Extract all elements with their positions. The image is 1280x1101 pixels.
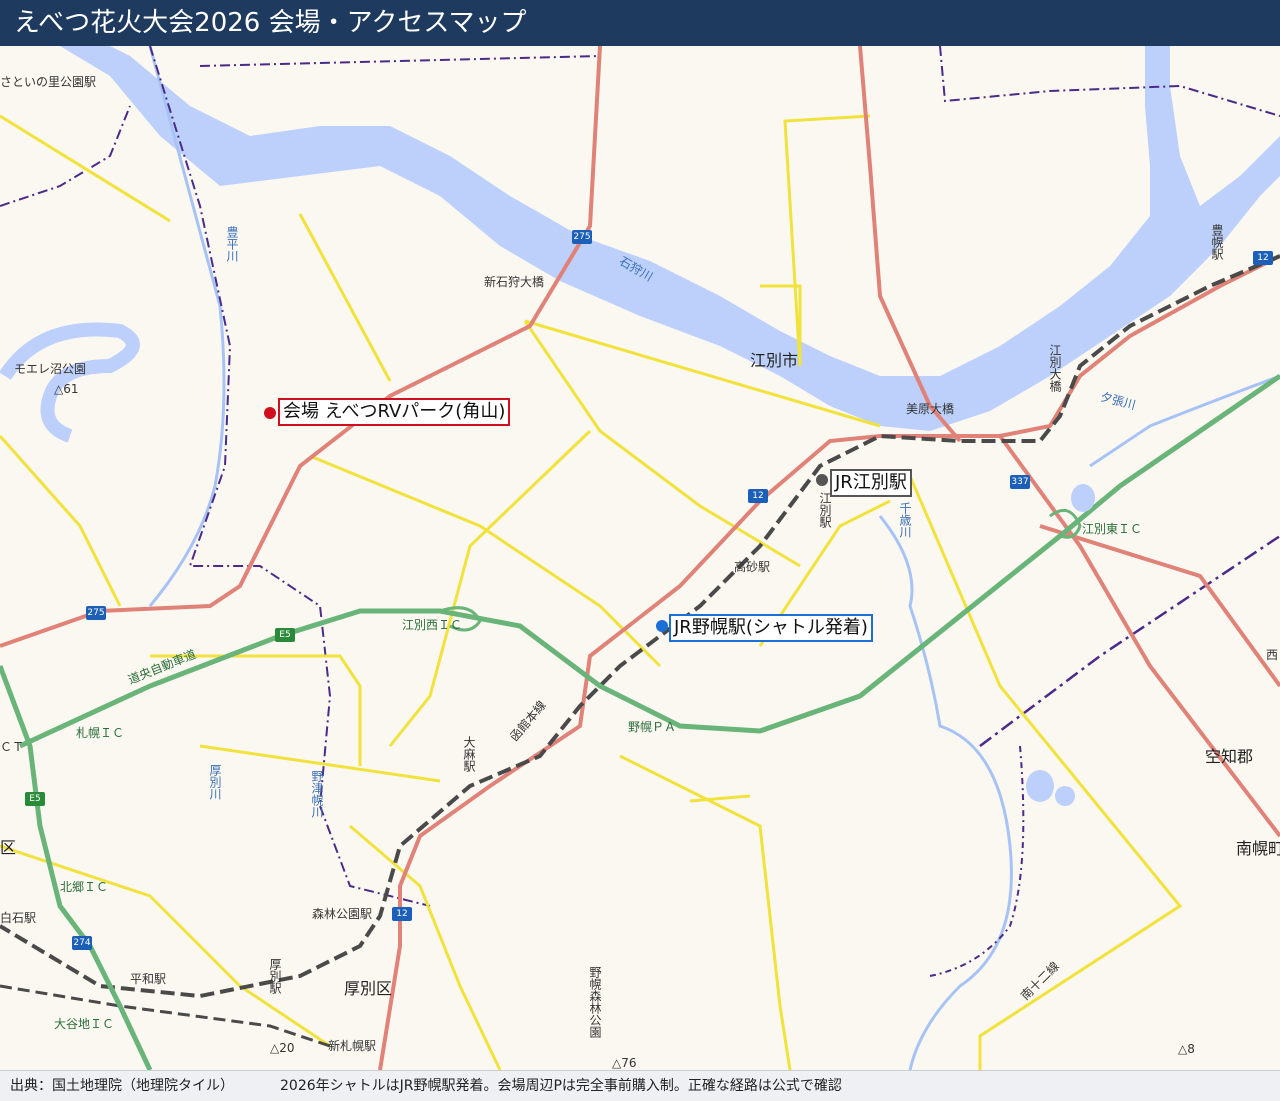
- label-shinrinkoen-eki: 森林公園駅: [312, 907, 373, 921]
- label-moere: モエレ沼公園: [14, 362, 87, 376]
- label-atsubetsu-eki: 厚別駅: [268, 958, 282, 994]
- label-toyohira-river: 豊平川: [225, 226, 239, 262]
- label-atsubetsu-ku: 厚別区: [344, 979, 393, 998]
- yubari-river-line: [1089, 374, 1280, 468]
- label-oyachi-ic: 大谷地ＩＣ: [54, 1017, 115, 1031]
- boundary-line-1: [199, 46, 1280, 117]
- pond-1: [1071, 484, 1095, 512]
- nopporo-station-callout[interactable]: JR野幌駅(シャトル発着): [669, 614, 873, 642]
- route-shield-275-west: 275: [86, 606, 106, 620]
- label-ebetsu-nishi-ic: 江別西ＩＣ: [402, 618, 463, 632]
- label-minami-horomui: 南幌町: [1236, 839, 1280, 858]
- boundary-line-4: [929, 745, 1025, 977]
- nopporo-station-marker[interactable]: [656, 620, 668, 632]
- label-shiroishi-eki: 白石駅: [0, 911, 37, 925]
- label-shinsapporo-eki: 新札幌駅: [328, 1039, 377, 1053]
- label-elev-20: △20: [270, 1041, 295, 1055]
- label-ebetsu-bridge: 江別大橋: [1048, 344, 1062, 392]
- map-canvas[interactable]: 江別市 空知郡 南幌町 厚別区 モエレ沼公園 △61 さといの里公園駅 新石狩大…: [0, 46, 1280, 1070]
- label-nopporo-pa: 野幌ＰＡ: [628, 720, 677, 734]
- route-shield-12-south: 12: [392, 907, 412, 921]
- route-shield-12-east: 12: [1253, 251, 1273, 265]
- expressway-south: [0, 665, 153, 1070]
- venue-marker[interactable]: [264, 407, 276, 419]
- chitose-river-line: [878, 515, 1013, 1070]
- label-oasa-eki: 大麻駅: [462, 736, 476, 772]
- route-shield-337: 337: [1010, 475, 1030, 489]
- route-shield-12-ebetsu: 12: [748, 489, 768, 503]
- expressway-shield-e5-north: E5: [275, 628, 295, 642]
- label-nopporo-forest: 野幌森林公園: [588, 966, 602, 1038]
- label-heiwa-eki: 平和駅: [130, 972, 167, 986]
- expressway-shield-e5-south: E5: [25, 792, 45, 806]
- label-kitago-ic: 北郷ＩＣ: [60, 880, 109, 894]
- label-nopporo-tsu-river: 野津幌川: [310, 770, 324, 818]
- label-nishi: 西: [1266, 648, 1279, 662]
- label-ebetsu-higashi-ic: 江別東ＩＣ: [1082, 522, 1143, 536]
- ebetsu-station-marker[interactable]: [816, 474, 828, 486]
- footer-note: 2026年シャトルはJR野幌駅発着。会場周辺Pは完全事前購入制。正確な経路は公式…: [280, 1078, 842, 1094]
- label-elev-8: △8: [1178, 1042, 1195, 1056]
- label-bihara-bridge: 美原大橋: [906, 402, 955, 416]
- footer-bar: 出典：国土地理院（地理院タイル） 2026年シャトルはJR野幌駅発着。会場周辺P…: [0, 1070, 1280, 1101]
- route-shield-274: 274: [72, 936, 92, 950]
- jr-railway-2: [0, 984, 331, 1048]
- pond-3: [1055, 786, 1075, 806]
- label-sapporo-ic: 札幌ＩＣ: [76, 726, 125, 740]
- label-chitose-river: 千歳川: [898, 502, 912, 538]
- label-takasago-eki: 高砂駅: [734, 560, 771, 574]
- label-toyohoro-eki: 豊幌駅: [1210, 224, 1224, 260]
- label-ebetsu-eki: 江別駅: [818, 492, 832, 528]
- jr-railway: [0, 254, 1280, 999]
- label-elev-76: △76: [612, 1056, 637, 1070]
- ishikari-river: [60, 46, 1280, 431]
- label-ebetsu-city: 江別市: [750, 351, 799, 370]
- label-moere-elev: △61: [54, 382, 79, 396]
- pond-2: [1026, 770, 1054, 802]
- ebetsu-station-callout[interactable]: JR江別駅: [830, 469, 912, 497]
- footer-source: 出典：国土地理院（地理院タイル）: [10, 1078, 234, 1094]
- label-sorachi: 空知郡: [1205, 747, 1254, 766]
- route-shield-275-north: 275: [572, 230, 592, 244]
- map-graphics: [0, 46, 1280, 1070]
- label-ku: 区: [0, 838, 17, 857]
- label-ct: ＣＴ: [0, 740, 25, 754]
- title-bar: えべつ花火大会2026 会場・アクセスマップ: [0, 0, 1280, 46]
- label-atsubetsu-river: 厚別川: [208, 764, 222, 800]
- label-sato-park: さといの里公園駅: [0, 75, 97, 89]
- label-shin-ishikari-bridge: 新石狩大橋: [484, 275, 545, 289]
- page-title: えべつ花火大会2026 会場・アクセスマップ: [14, 8, 527, 38]
- venue-callout[interactable]: 会場 えべつRVパーク(角山): [278, 398, 511, 426]
